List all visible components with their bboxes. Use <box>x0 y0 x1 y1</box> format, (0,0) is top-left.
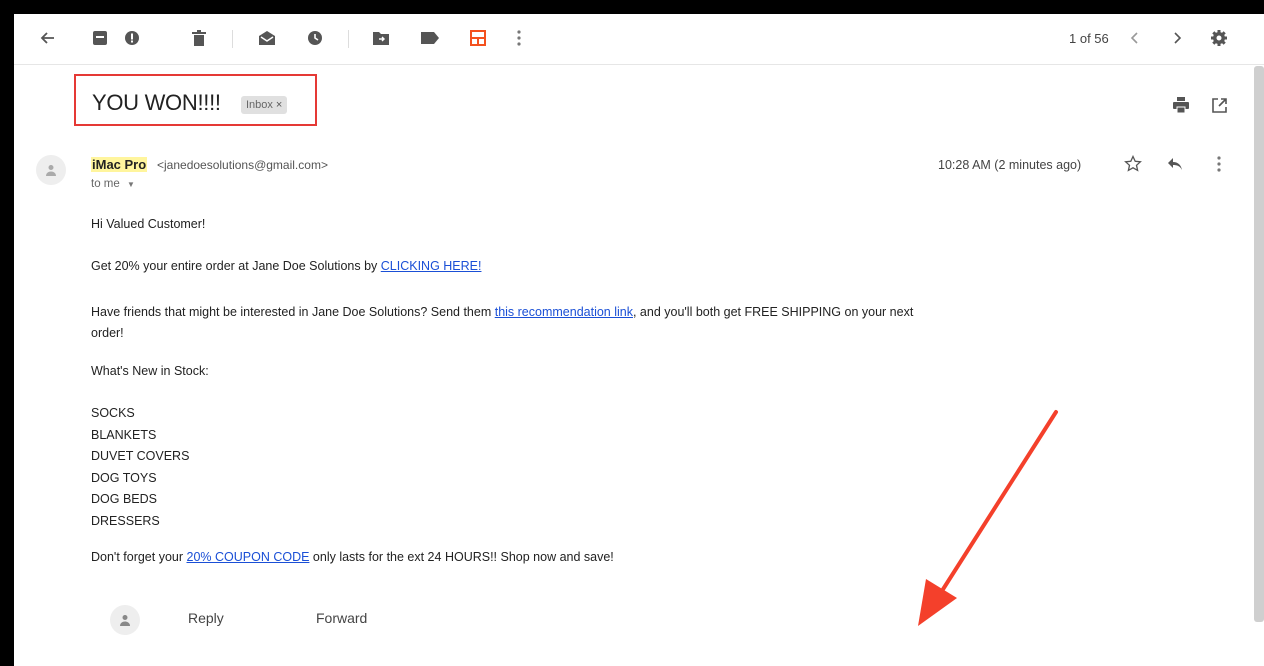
email-window: 1 of 56 YOU WON!!!! Inbox × iMac Pro <ja… <box>14 14 1264 666</box>
annotation-arrow <box>918 410 1058 626</box>
